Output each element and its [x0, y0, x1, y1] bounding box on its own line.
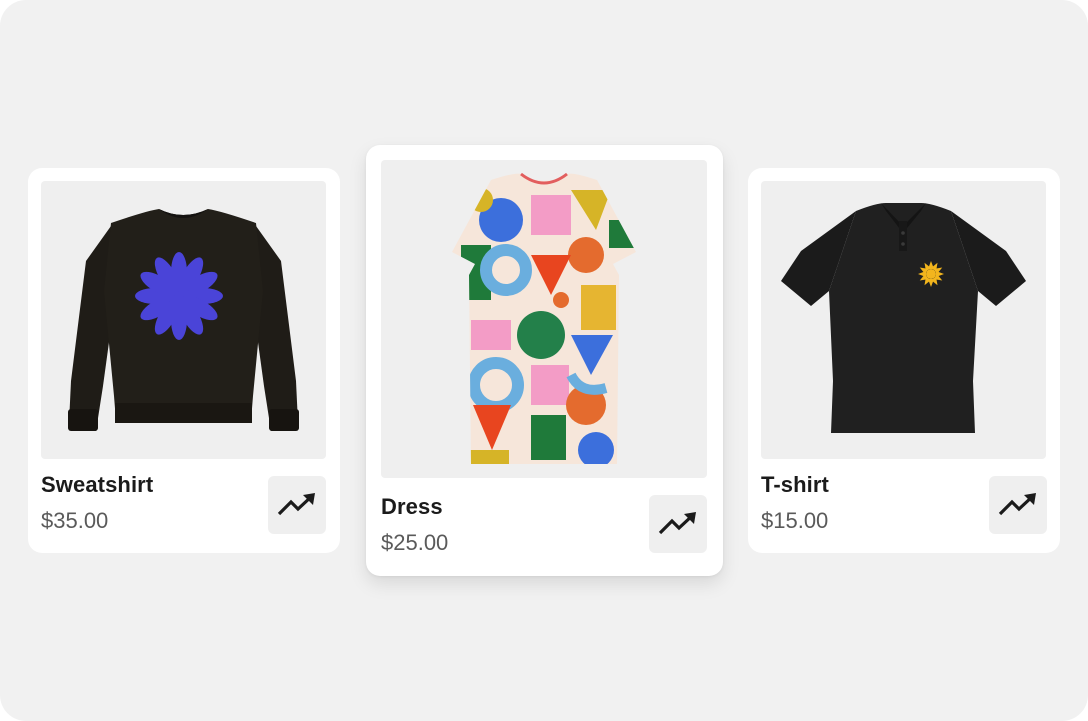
trending-button[interactable] [268, 476, 326, 534]
trending-up-icon [998, 493, 1036, 516]
trending-up-icon [658, 512, 696, 535]
trending-up-icon [277, 493, 315, 516]
product-name: Sweatshirt [41, 472, 154, 497]
polo-shirt-illustration [781, 203, 1026, 433]
product-card-tshirt[interactable]: T-shirt $15.00 [748, 168, 1060, 553]
product-price: $15.00 [761, 508, 829, 533]
product-price: $35.00 [41, 508, 109, 533]
product-card-sweatshirt[interactable]: Sweatshirt $35.00 [28, 168, 340, 553]
product-card-dress[interactable]: Dress $25.00 [366, 145, 723, 576]
sweatshirt-illustration [68, 209, 299, 431]
product-image-sweatshirt[interactable] [41, 181, 326, 459]
page-background: Sweatshirt $35.00 Dress $25.00 T-shirt $… [0, 0, 1088, 721]
product-image-dress[interactable] [381, 160, 707, 478]
trending-button[interactable] [649, 495, 707, 553]
dress-illustration [452, 172, 636, 464]
product-name: T-shirt [761, 472, 829, 497]
product-price: $25.00 [381, 530, 449, 555]
trending-button[interactable] [989, 476, 1047, 534]
product-image-tshirt[interactable] [761, 181, 1046, 459]
product-name: Dress [381, 494, 443, 519]
